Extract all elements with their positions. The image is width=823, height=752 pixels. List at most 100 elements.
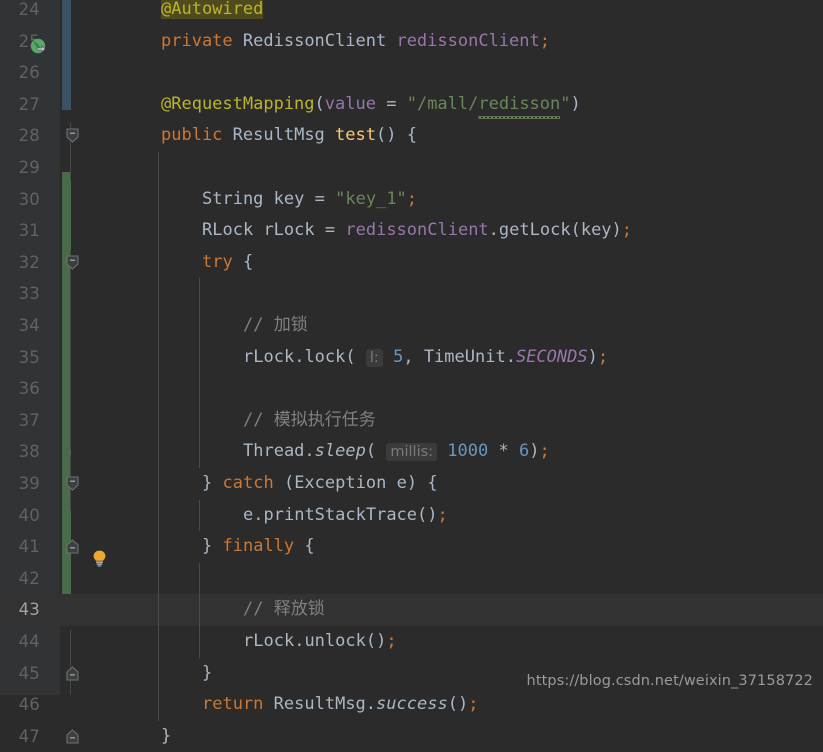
spellcheck-squiggle: redisson bbox=[478, 89, 560, 121]
code-text[interactable]: private RedissonClient redissonClient; bbox=[161, 26, 550, 58]
code-line[interactable]: 32 try { bbox=[0, 246, 823, 279]
line-number: 32 bbox=[18, 252, 40, 272]
code-text[interactable]: try { bbox=[202, 247, 253, 279]
indent-guide bbox=[158, 373, 159, 405]
line-number: 24 bbox=[18, 0, 40, 19]
code-line[interactable]: 34 // 加锁 bbox=[0, 310, 823, 342]
indent-guide bbox=[158, 531, 159, 563]
code-line[interactable]: 44 rLock.unlock(); bbox=[0, 626, 823, 658]
indent-guide bbox=[158, 246, 159, 279]
line-number: 43 bbox=[18, 600, 40, 620]
code-text[interactable]: } bbox=[161, 721, 171, 752]
indent-guide bbox=[199, 310, 200, 342]
indent-guide bbox=[158, 689, 159, 721]
code-text[interactable]: @Autowired bbox=[161, 0, 264, 26]
line-number: 46 bbox=[18, 695, 40, 715]
code-text[interactable]: // 释放锁 bbox=[243, 594, 325, 626]
indent-guide bbox=[158, 562, 159, 595]
line-number: 36 bbox=[18, 379, 40, 399]
code-text[interactable]: rLock.unlock(); bbox=[243, 626, 397, 658]
indent-guide bbox=[158, 183, 159, 216]
code-text[interactable]: Thread.sleep( millis: 1000 * 6); bbox=[243, 436, 550, 469]
code-line[interactable]: 36 bbox=[0, 373, 823, 405]
indent-guide bbox=[158, 152, 159, 184]
code-text[interactable]: } bbox=[202, 658, 212, 690]
code-line[interactable]: 28 public ResultMsg test() { bbox=[0, 120, 823, 152]
line-number: 29 bbox=[18, 158, 40, 177]
fold-collapse-icon[interactable] bbox=[65, 255, 80, 270]
code-line[interactable]: 33 bbox=[0, 278, 823, 310]
code-line[interactable]: 39 } catch (Exception e) { bbox=[0, 468, 823, 500]
indent-guide bbox=[158, 468, 159, 500]
inline-param-hint: l: bbox=[365, 348, 383, 367]
inline-param-hint: millis: bbox=[386, 443, 438, 462]
line-number: 41 bbox=[18, 537, 40, 557]
fold-end-icon[interactable] bbox=[65, 729, 80, 744]
code-line[interactable]: 29 bbox=[0, 152, 823, 184]
code-line[interactable]: 24 @Autowired bbox=[0, 0, 823, 26]
line-number: 38 bbox=[18, 442, 40, 462]
code-text[interactable]: // 加锁 bbox=[243, 310, 308, 342]
code-line[interactable]: 46 return ResultMsg.success(); bbox=[0, 689, 823, 721]
line-number: 35 bbox=[18, 347, 40, 367]
indent-guide bbox=[199, 278, 200, 310]
indent-guide bbox=[199, 373, 200, 405]
code-text[interactable]: rLock.lock( l: 5, TimeUnit.SECONDS); bbox=[243, 342, 608, 375]
code-line[interactable]: 40 e.printStackTrace(); bbox=[0, 499, 823, 532]
intention-bulb-icon[interactable] bbox=[90, 549, 109, 568]
code-text[interactable]: String key = "key_1"; bbox=[202, 184, 417, 216]
code-line[interactable]: 35 rLock.lock( l: 5, TimeUnit.SECONDS); bbox=[0, 341, 823, 375]
code-editor[interactable]: 24 @Autowired 25 private RedissonClient red… bbox=[0, 0, 823, 746]
annotation-autowired: @Autowired bbox=[161, 0, 264, 19]
code-line[interactable]: 42 bbox=[0, 562, 823, 595]
fold-collapse-icon[interactable] bbox=[65, 128, 80, 144]
fold-end-icon[interactable] bbox=[65, 665, 80, 681]
code-text[interactable]: e.printStackTrace(); bbox=[243, 500, 448, 532]
indent-guide bbox=[158, 310, 159, 342]
code-text[interactable]: public ResultMsg test() { bbox=[161, 120, 417, 152]
code-text[interactable]: @RequestMapping(value = "/mall/redisson"… bbox=[161, 89, 581, 121]
line-number: 40 bbox=[18, 505, 40, 525]
line-number: 33 bbox=[18, 284, 40, 304]
indent-guide bbox=[199, 562, 200, 595]
code-line[interactable]: 43 // 释放锁 bbox=[0, 594, 823, 626]
indent-guide bbox=[199, 626, 200, 658]
fold-collapse-icon[interactable] bbox=[65, 476, 80, 491]
line-number: 26 bbox=[18, 63, 40, 83]
code-line[interactable]: 27 @RequestMapping(value = "/mall/redisso… bbox=[0, 89, 823, 121]
line-number: 42 bbox=[18, 568, 40, 588]
indent-guide bbox=[158, 499, 159, 532]
indent-guide bbox=[158, 215, 159, 247]
code-text[interactable]: // 模拟执行任务 bbox=[243, 405, 376, 437]
indent-guide bbox=[158, 436, 159, 468]
code-line[interactable]: 31 RLock rLock = redissonClient.getLock(k… bbox=[0, 215, 823, 247]
line-number: 39 bbox=[18, 474, 40, 493]
indent-guide bbox=[158, 626, 159, 658]
line-number: 37 bbox=[18, 410, 40, 430]
spring-bean-navigation-icon[interactable] bbox=[30, 38, 47, 55]
code-line[interactable]: 30 String key = "key_1"; bbox=[0, 183, 823, 216]
watermark-url: https://blog.csdn.net/weixin_37158722 bbox=[526, 673, 813, 689]
code-line[interactable]: 38 Thread.sleep( millis: 1000 * 6); bbox=[0, 436, 823, 468]
code-text[interactable]: return ResultMsg.success(); bbox=[202, 689, 478, 721]
code-line[interactable]: 37 // 模拟执行任务 bbox=[0, 404, 823, 437]
indent-guide bbox=[158, 341, 159, 374]
code-text[interactable]: } finally { bbox=[202, 531, 315, 563]
code-line[interactable]: 26 bbox=[0, 57, 823, 89]
line-number: 34 bbox=[18, 316, 40, 335]
line-number: 27 bbox=[18, 94, 40, 114]
fold-end-icon[interactable] bbox=[65, 539, 80, 554]
code-line[interactable]: 47} bbox=[0, 721, 823, 752]
code-line[interactable]: 41 } finally { bbox=[0, 531, 823, 563]
indent-guide bbox=[158, 278, 159, 310]
code-text[interactable]: RLock rLock = redissonClient.getLock(key… bbox=[202, 215, 632, 247]
line-number: 31 bbox=[18, 221, 40, 241]
line-number: 44 bbox=[18, 632, 40, 651]
indent-guide bbox=[199, 341, 200, 374]
indent-guide bbox=[158, 657, 159, 690]
indent-guide bbox=[199, 594, 200, 626]
indent-guide bbox=[199, 499, 200, 532]
code-line[interactable]: 25 private RedissonClient redissonClient; bbox=[0, 26, 823, 58]
code-text[interactable]: } catch (Exception e) { bbox=[202, 468, 438, 500]
indent-guide bbox=[158, 404, 159, 437]
